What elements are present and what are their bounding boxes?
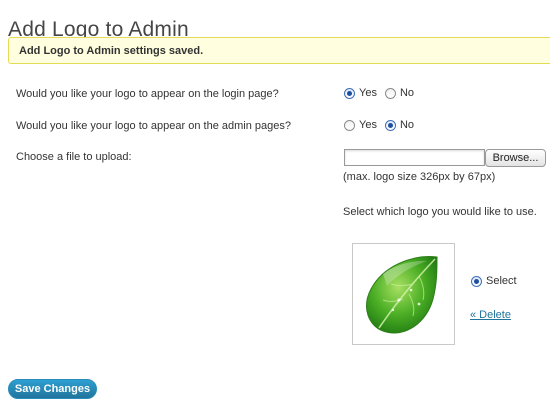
logo-select-label[interactable]: Select [486,275,517,287]
admin-yes-label[interactable]: Yes [359,119,377,131]
logo-select-option: Select [471,275,517,287]
logo-size-hint: (max. logo size 326px by 67px) [343,171,496,183]
admin-yes-radio[interactable] [344,119,355,131]
notice-text: Add Logo to Admin settings saved. [19,45,204,57]
green-leaf-logo-icon [366,256,438,334]
login-page-question: Would you like your logo to appear on th… [16,88,279,100]
login-no-radio[interactable] [384,87,396,99]
login-page-radio-group: Yes No [344,87,422,99]
logo-preview [352,243,455,345]
browse-button[interactable]: Browse... [485,149,546,167]
login-no-label[interactable]: No [400,87,414,99]
save-changes-button[interactable]: Save Changes [8,379,97,399]
logo-select-radio[interactable] [471,275,482,287]
admin-no-label[interactable]: No [400,119,414,131]
upload-label: Choose a file to upload: [16,151,132,163]
admin-no-radio[interactable] [384,119,396,131]
delete-logo-link[interactable]: « Delete [470,309,511,321]
login-yes-radio[interactable] [344,87,355,99]
logo-select-prompt: Select which logo you would like to use. [343,206,537,218]
file-path-input[interactable] [344,149,485,166]
admin-pages-question: Would you like your logo to appear on th… [16,120,291,132]
login-yes-label[interactable]: Yes [359,87,377,99]
admin-pages-radio-group: Yes No [344,119,422,131]
settings-saved-notice: Add Logo to Admin settings saved. [8,37,550,64]
